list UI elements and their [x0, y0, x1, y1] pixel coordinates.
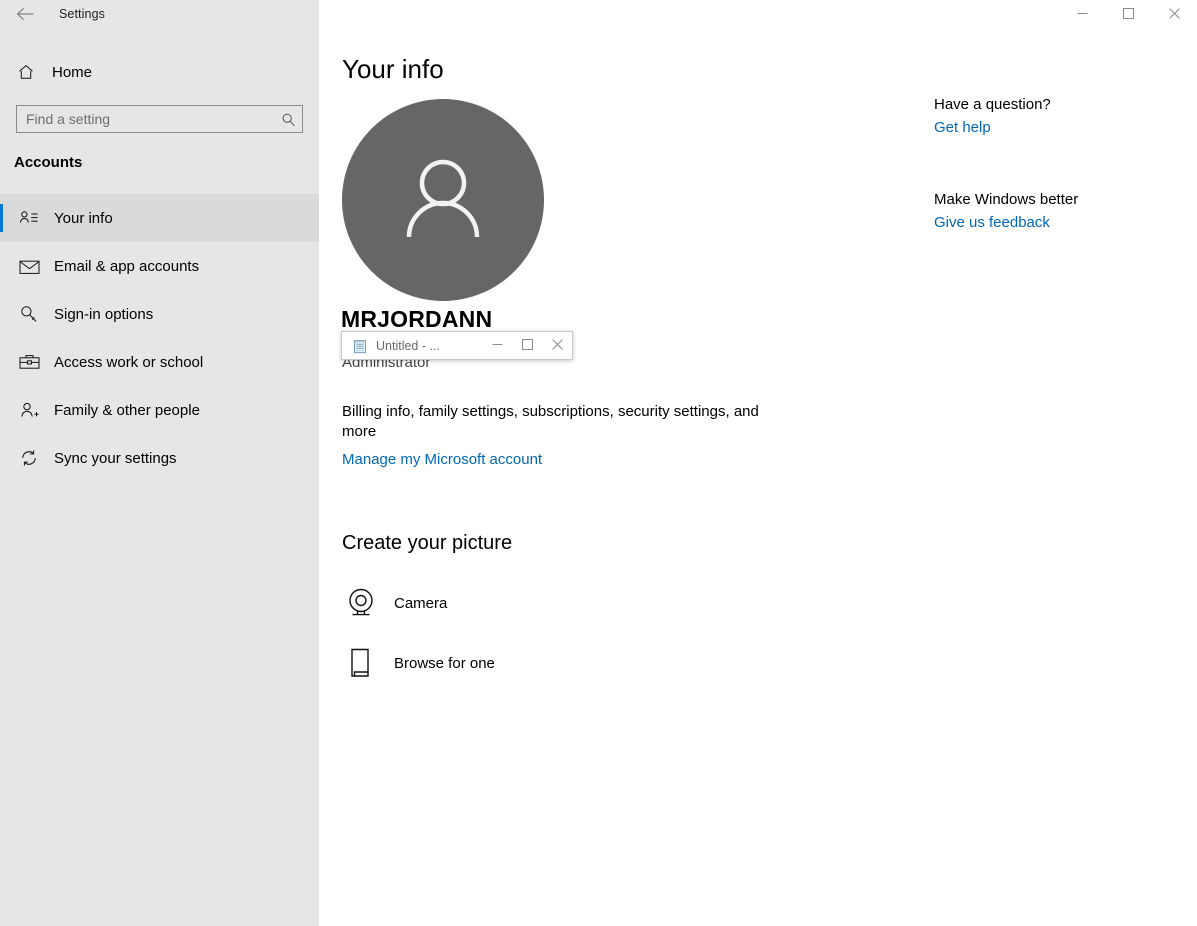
- back-button[interactable]: [10, 2, 40, 30]
- sidebar: Home Accounts: [0, 0, 319, 926]
- mail-icon: [8, 258, 50, 274]
- search-input[interactable]: [16, 105, 303, 133]
- sidebar-item-your-info[interactable]: Your info: [0, 194, 319, 242]
- billing-description: Billing info, family settings, subscript…: [342, 403, 759, 440]
- minimize-icon: [1077, 6, 1088, 24]
- help-rail: Have a question? Get help Make Windows b…: [934, 96, 1184, 232]
- sidebar-item-label: Sync your settings: [54, 449, 177, 467]
- maximize-icon: [1122, 6, 1134, 24]
- close-icon: [551, 337, 563, 355]
- sidebar-item-sync-your-settings[interactable]: Sync your settings: [0, 434, 319, 482]
- sidebar-item-label: Family & other people: [54, 401, 200, 419]
- create-picture-title: Create your picture: [342, 532, 513, 554]
- picture-option-label: Browse for one: [394, 654, 495, 672]
- search-box[interactable]: [16, 105, 303, 133]
- add-person-icon: [8, 401, 50, 420]
- notepad-maximize-button[interactable]: [512, 332, 542, 360]
- title-bar: Settings: [0, 0, 1197, 32]
- help-heading: Have a question?: [934, 96, 1051, 113]
- main-content: Your info MRJORDANN Administrator Billin…: [319, 0, 1197, 926]
- sidebar-item-access-work-or-school[interactable]: Access work or school: [0, 338, 319, 386]
- person-avatar-icon: [390, 145, 496, 256]
- get-help-link[interactable]: Get help: [934, 119, 991, 136]
- settings-app-window: Home Accounts: [0, 0, 1197, 926]
- help-group: Have a question? Get help: [934, 96, 1184, 137]
- help-group: Make Windows better Give us feedback: [934, 191, 1184, 232]
- notepad-window-controls: [482, 332, 572, 360]
- minimize-icon: [492, 337, 503, 355]
- close-button[interactable]: [1151, 0, 1197, 30]
- back-arrow-icon: [16, 7, 35, 26]
- create-picture-camera-option[interactable]: Camera: [342, 583, 447, 623]
- create-picture-browse-option[interactable]: Browse for one: [342, 643, 495, 683]
- sidebar-item-label: Access work or school: [54, 353, 204, 371]
- notepad-window[interactable]: Untitled - ...: [341, 331, 573, 360]
- sync-icon: [8, 448, 50, 468]
- sidebar-item-email-app-accounts[interactable]: Email & app accounts: [0, 242, 319, 290]
- sidebar-item-home[interactable]: Home: [0, 56, 319, 88]
- sidebar-home-label: Home: [52, 63, 93, 81]
- briefcase-icon: [8, 353, 50, 371]
- help-heading: Make Windows better: [934, 191, 1079, 208]
- sidebar-item-label: Your info: [54, 209, 113, 227]
- page-title: Your info: [342, 54, 444, 84]
- maximize-icon: [521, 337, 533, 355]
- manage-microsoft-account-link[interactable]: Manage my Microsoft account: [342, 451, 542, 468]
- minimize-button[interactable]: [1059, 0, 1105, 30]
- sidebar-item-family-other-people[interactable]: Family & other people: [0, 386, 319, 434]
- picture-option-label: Camera: [394, 594, 448, 612]
- sidebar-nav-list: Your info Email & app accounts Sign-in o…: [0, 194, 319, 482]
- sidebar-item-label: Sign-in options: [54, 305, 154, 323]
- notepad-icon: [352, 338, 368, 354]
- close-icon: [1168, 6, 1180, 24]
- webcam-icon: [342, 584, 380, 622]
- give-feedback-link[interactable]: Give us feedback: [934, 214, 1050, 231]
- notepad-close-button[interactable]: [542, 332, 572, 360]
- contact-card-icon: [8, 209, 50, 227]
- maximize-button[interactable]: [1105, 0, 1151, 30]
- notepad-minimize-button[interactable]: [482, 332, 512, 360]
- key-icon: [8, 304, 50, 324]
- window-controls: [1059, 0, 1197, 30]
- user-name: MRJORDANN: [341, 306, 493, 332]
- avatar: [342, 99, 544, 301]
- browse-file-icon: [342, 644, 380, 682]
- sidebar-section-title: Accounts: [14, 154, 83, 171]
- notepad-window-title: Untitled - ...: [376, 338, 440, 353]
- home-icon: [6, 63, 46, 81]
- sidebar-item-sign-in-options[interactable]: Sign-in options: [0, 290, 319, 338]
- window-title: Settings: [59, 7, 105, 21]
- sidebar-item-label: Email & app accounts: [54, 257, 200, 275]
